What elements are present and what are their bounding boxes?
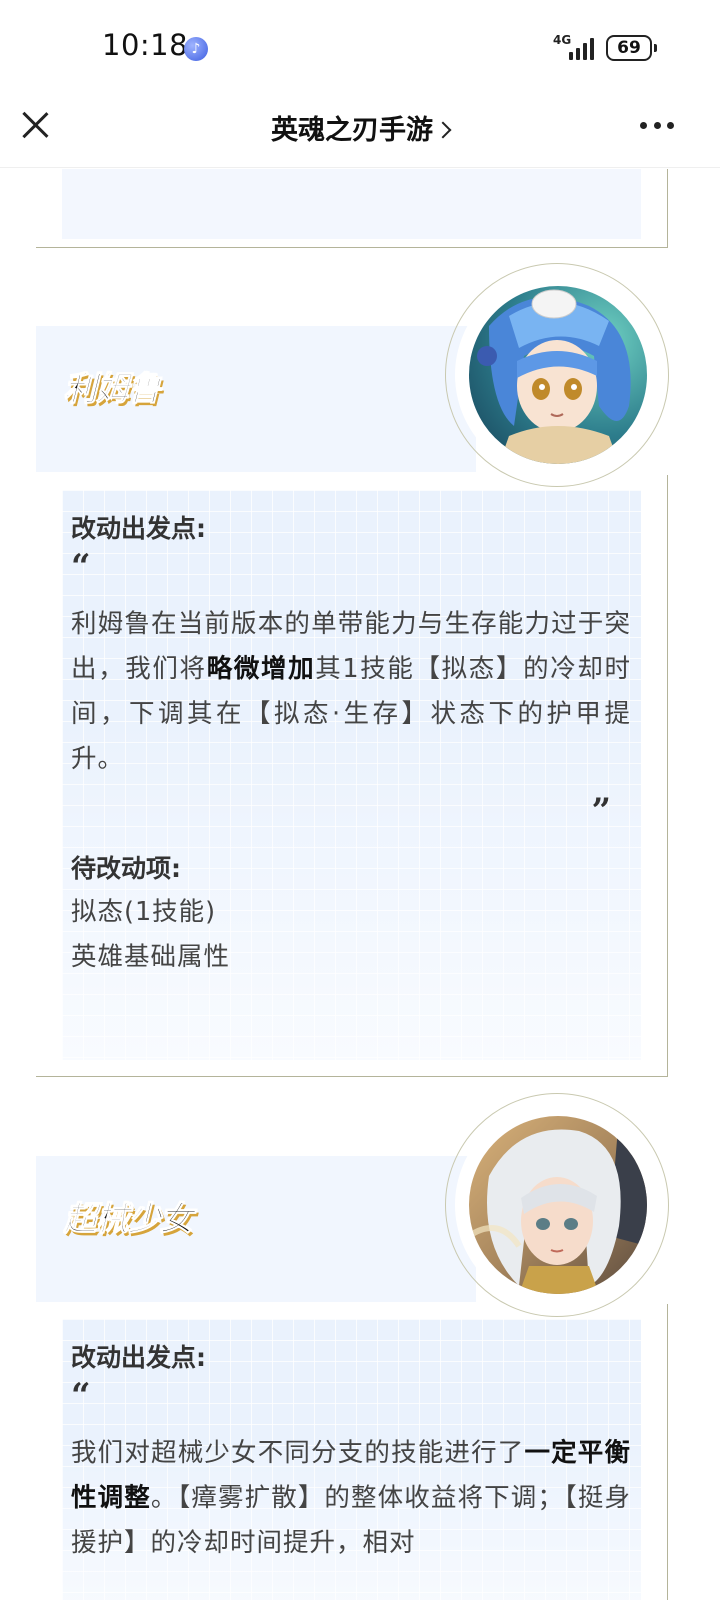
pending-label: 待改动项: <box>71 854 181 883</box>
card-divider <box>36 247 668 248</box>
section-label: 改动出发点: <box>71 514 206 543</box>
change-description: 我们对超械少女不同分支的技能进行了一定平衡性调整。【瘴雾扩散】的整体收益将下调；… <box>71 1438 631 1558</box>
battery-icon: 69 <box>606 35 657 61</box>
quote-close: ” <box>591 791 611 831</box>
card-divider <box>36 1076 668 1077</box>
pending-item: 英雄基础属性 <box>71 942 231 972</box>
page-title: 英魂之刃手游 <box>271 115 433 146</box>
highlight-text: 略微增加 <box>206 654 316 684</box>
change-description: 利姆鲁在当前版本的单带能力与生存能力过于突出，我们将略微增加其1技能【拟态】的冷… <box>71 609 631 774</box>
hero-banner: 超械少女 <box>36 1156 476 1302</box>
card-border <box>667 169 668 248</box>
signal-icon <box>569 36 599 60</box>
card-border <box>667 475 668 1077</box>
quote-open: “ <box>71 1376 91 1416</box>
section-label: 改动出发点: <box>71 1343 206 1372</box>
card-border <box>667 1304 668 1600</box>
chevron-right-icon <box>434 121 452 139</box>
status-bar: 10:18 ♪ 4G 69 <box>0 0 720 92</box>
hero-avatar <box>469 286 647 464</box>
hero-name: 利姆鲁 <box>64 369 162 409</box>
article-content[interactable]: 利姆鲁 改动出发点: “ 利姆鲁在当前版本的单带能力与生存能力过于突出，我们将略… <box>0 169 720 1600</box>
pending-item: 拟态(1技能) <box>71 897 217 927</box>
hero-name: 超械少女 <box>64 1199 194 1239</box>
nav-bar: 英魂之刃手游 <box>0 92 720 168</box>
hero-portrait-image <box>469 286 647 464</box>
hero-avatar <box>469 1116 647 1294</box>
hero-portrait-image <box>469 1116 647 1294</box>
battery-level: 69 <box>617 38 641 58</box>
account-title-button[interactable]: 英魂之刃手游 <box>0 108 720 147</box>
more-options-icon[interactable] <box>640 122 674 130</box>
change-info-card: 改动出发点: “ 我们对超械少女不同分支的技能进行了一定平衡性调整。【瘴雾扩散】… <box>62 1319 641 1600</box>
hero-banner: 利姆鲁 <box>36 326 476 472</box>
change-info-card: 改动出发点: “ 利姆鲁在当前版本的单带能力与生存能力过于突出，我们将略微增加其… <box>62 490 641 1060</box>
music-icon: ♪ <box>184 37 208 61</box>
quote-open: “ <box>71 547 91 587</box>
previous-card-tail <box>62 169 641 239</box>
status-time: 10:18 <box>102 28 189 62</box>
